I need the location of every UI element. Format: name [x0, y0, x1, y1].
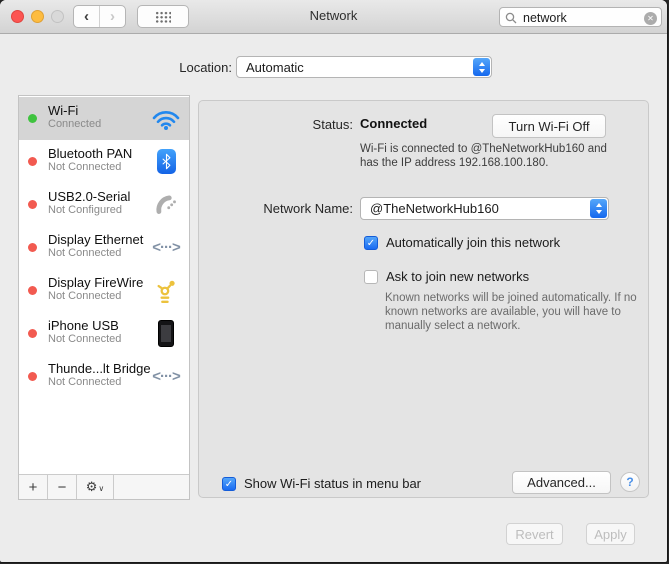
location-popup[interactable]: Automatic [236, 56, 492, 78]
show-all-button[interactable] [137, 5, 189, 28]
history-nav-control: ‹ › [73, 5, 126, 28]
zoom-window-button[interactable] [51, 10, 64, 23]
service-name: Display FireWire [48, 275, 143, 290]
sidebar-footer: + − ⚙ ∨ [19, 474, 189, 499]
search-field[interactable]: ✕ [499, 7, 662, 27]
sidebar-item-display-firewire[interactable]: Display FireWire Not Connected [19, 269, 189, 312]
location-value: Automatic [246, 59, 304, 76]
service-name: USB2.0-Serial [48, 189, 130, 204]
ethernet-icon: <···> [150, 361, 182, 393]
status-label: Status: [199, 117, 353, 132]
gear-icon: ⚙ [86, 479, 98, 495]
advanced-button[interactable]: Advanced... [512, 471, 611, 494]
service-status: Not Connected [48, 161, 132, 174]
title-bar: ‹ › Network ✕ [0, 0, 667, 34]
status-dot-red [28, 243, 37, 252]
search-input[interactable] [521, 9, 639, 27]
sidebar-item-display-ethernet[interactable]: Display Ethernet Not Connected <···> [19, 226, 189, 269]
add-service-button[interactable]: + [19, 475, 48, 499]
sidebar-item-wifi[interactable]: Wi-Fi Connected [19, 97, 189, 140]
wifi-detail-panel: Status: Connected Turn Wi-Fi Off Wi-Fi i… [198, 100, 649, 498]
service-name: iPhone USB [48, 318, 121, 333]
wifi-icon [150, 103, 182, 135]
iphone-icon [150, 318, 182, 350]
serial-phone-icon [150, 189, 182, 221]
screen: ‹ › Network ✕ Location: Automatic Wi-Fi … [0, 0, 669, 564]
service-name: Wi-Fi [48, 103, 101, 118]
show-wifi-status-label: Show Wi-Fi status in menu bar [244, 476, 421, 491]
chevron-down-icon: ∨ [98, 484, 104, 493]
location-label: Location: [158, 60, 232, 75]
services-sidebar: Wi-Fi Connected Bluetooth PAN Not Connec… [18, 95, 190, 500]
help-button[interactable]: ? [620, 472, 640, 492]
service-name: Bluetooth PAN [48, 146, 132, 161]
service-name: Thunde...lt Bridge [48, 361, 151, 376]
service-status: Not Connected [48, 290, 143, 303]
grid-icon [155, 11, 171, 23]
network-preferences-window: ‹ › Network ✕ Location: Automatic Wi-Fi … [0, 0, 667, 562]
network-name-value: @TheNetworkHub160 [370, 200, 499, 217]
back-button[interactable]: ‹ [74, 6, 100, 27]
popup-stepper-icon [473, 58, 490, 76]
service-status: Not Connected [48, 247, 143, 260]
ask-join-help-text: Known networks will be joined automatica… [385, 291, 649, 333]
clear-search-icon[interactable]: ✕ [644, 12, 657, 25]
close-window-button[interactable] [11, 10, 24, 23]
show-wifi-status-checkbox[interactable]: ✓ [222, 477, 236, 491]
remove-service-button[interactable]: − [48, 475, 77, 499]
auto-join-checkbox[interactable]: ✓ [364, 236, 378, 250]
network-name-label: Network Name: [199, 201, 353, 216]
check-icon: ✓ [367, 238, 375, 249]
status-description: Wi-Fi is connected to @TheNetworkHub160 … [360, 142, 622, 170]
search-icon [505, 12, 517, 24]
status-dot-green [28, 114, 37, 123]
sidebar-item-usb-serial[interactable]: USB2.0-Serial Not Configured [19, 183, 189, 226]
popup-stepper-icon [590, 199, 607, 218]
service-actions-button[interactable]: ⚙ ∨ [77, 475, 114, 499]
sidebar-item-bluetooth-pan[interactable]: Bluetooth PAN Not Connected [19, 140, 189, 183]
revert-button[interactable]: Revert [506, 523, 563, 545]
ask-join-checkbox[interactable] [364, 270, 378, 284]
ask-join-label: Ask to join new networks [386, 269, 529, 284]
service-status: Not Configured [48, 204, 130, 217]
status-dot-red [28, 200, 37, 209]
forward-button[interactable]: › [100, 6, 125, 27]
sidebar-item-iphone-usb[interactable]: iPhone USB Not Connected [19, 312, 189, 355]
turn-wifi-off-button[interactable]: Turn Wi-Fi Off [492, 114, 606, 138]
minimize-window-button[interactable] [31, 10, 44, 23]
ethernet-icon: <···> [150, 232, 182, 264]
window-title: Network [310, 8, 358, 23]
status-value: Connected [360, 116, 427, 131]
service-status: Not Connected [48, 376, 151, 389]
bluetooth-icon [150, 146, 182, 178]
status-dot-red [28, 286, 37, 295]
service-name: Display Ethernet [48, 232, 143, 247]
check-icon: ✓ [225, 479, 233, 490]
status-dot-red [28, 157, 37, 166]
firewire-icon [150, 275, 182, 307]
network-name-popup[interactable]: @TheNetworkHub160 [360, 197, 609, 220]
service-status: Not Connected [48, 333, 121, 346]
apply-button[interactable]: Apply [586, 523, 635, 545]
auto-join-label: Automatically join this network [386, 235, 560, 250]
status-dot-red [28, 372, 37, 381]
sidebar-item-thunderbolt-bridge[interactable]: Thunde...lt Bridge Not Connected <···> [19, 355, 189, 398]
service-status: Connected [48, 118, 101, 131]
status-dot-red [28, 329, 37, 338]
